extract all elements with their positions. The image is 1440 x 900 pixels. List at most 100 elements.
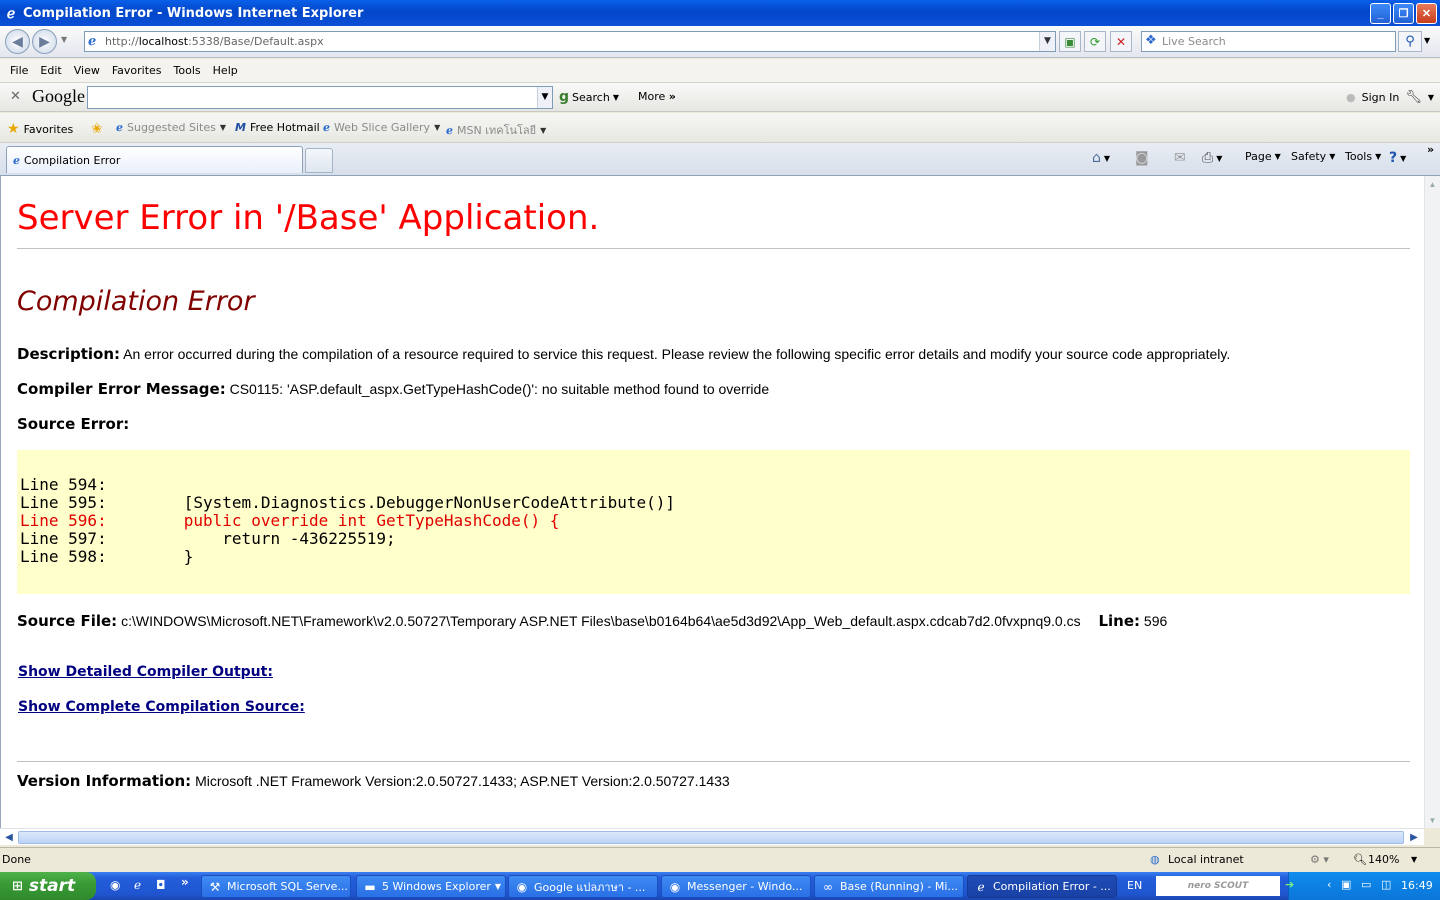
clock[interactable]: 16:49 bbox=[1401, 879, 1433, 892]
network-icon[interactable]: ▣ bbox=[1341, 878, 1351, 891]
zoom-dropdown-icon[interactable]: ▼ bbox=[1411, 855, 1417, 864]
refresh-button[interactable]: ⟳ bbox=[1084, 31, 1106, 52]
scroll-right-icon[interactable]: ▶ bbox=[1406, 829, 1422, 845]
wrench-icon[interactable]: 🔧︎ bbox=[1405, 90, 1422, 105]
chevron-down-icon: ▼ bbox=[1427, 93, 1434, 102]
page-menu-button[interactable]: Page ▼ bbox=[1245, 150, 1281, 163]
task-google-translate[interactable]: ◉ Google แปลภาษา - ... bbox=[508, 875, 658, 898]
monitor-icon[interactable]: ▭ bbox=[1361, 878, 1371, 891]
read-mail-button[interactable]: ✉ bbox=[1174, 150, 1186, 166]
source-file-label: Source File: bbox=[17, 612, 118, 630]
description-text: An error occurred during the compilation… bbox=[123, 346, 1231, 362]
ie-logo-icon: ℯ bbox=[6, 5, 16, 21]
task-label: Microsoft SQL Serve... bbox=[227, 880, 348, 893]
chevron-down-icon: ▼ bbox=[1400, 153, 1407, 163]
scroll-left-icon[interactable]: ◀ bbox=[1, 829, 17, 845]
fav-free-hotmail[interactable]: M Free Hotmail bbox=[235, 121, 320, 134]
live-search-input[interactable]: ❖ Live Search bbox=[1141, 31, 1396, 52]
fav-web-slice-gallery[interactable]: ℯ Web Slice Gallery ▼ bbox=[323, 121, 440, 134]
close-toolbar-icon[interactable]: ✕ bbox=[10, 89, 21, 104]
start-button[interactable]: ⊞ start bbox=[0, 872, 96, 900]
chrome-quicklaunch-icon[interactable]: ◉ bbox=[110, 878, 120, 892]
google-search-button[interactable]: g Search ▼ bbox=[559, 89, 619, 105]
google-search-icon: g bbox=[559, 89, 570, 105]
fav-web-slice-gallery-label: Web Slice Gallery bbox=[334, 121, 431, 134]
chevron-down-icon: ▼ bbox=[494, 882, 501, 891]
task-messenger[interactable]: ◉ Messenger - Windo... bbox=[661, 875, 811, 898]
feeds-button[interactable]: ◙ bbox=[1135, 150, 1149, 166]
version-text: Microsoft .NET Framework Version:2.0.507… bbox=[195, 773, 730, 789]
protected-mode-icon[interactable]: ⚙︎ ▾ bbox=[1310, 853, 1329, 866]
code-line: Line 597: return -436225519; bbox=[20, 529, 396, 548]
menu-file[interactable]: File bbox=[4, 64, 34, 77]
menu-tools[interactable]: Tools bbox=[168, 64, 207, 77]
menu-edit[interactable]: Edit bbox=[34, 64, 67, 77]
live-search-icon: ❖ bbox=[1145, 33, 1157, 48]
help-menu-button[interactable]: ? ▼ bbox=[1389, 150, 1406, 166]
minimize-button[interactable]: _ bbox=[1370, 3, 1391, 24]
vertical-scrollbar[interactable]: ▲ ▼ bbox=[1424, 176, 1440, 828]
fav-msn-tech[interactable]: ℯ MSN เทคโนโลยี ▼ bbox=[446, 121, 546, 139]
scroll-up-icon[interactable]: ▲ bbox=[1425, 176, 1440, 192]
forward-button[interactable]: ▶ bbox=[32, 29, 57, 54]
search-go-button[interactable]: ⚲ bbox=[1398, 31, 1422, 52]
ie-quicklaunch-icon[interactable]: ℯ bbox=[134, 878, 141, 892]
history-dropdown-icon[interactable]: ▼ bbox=[61, 35, 67, 44]
google-sign-in-button[interactable]: ● Sign In 🔧︎ ▼ bbox=[1346, 90, 1434, 105]
ie-page-icon: ℯ bbox=[446, 123, 453, 137]
task-compilation-error[interactable]: ℯ Compilation Error - ... bbox=[967, 875, 1117, 898]
language-indicator[interactable]: EN bbox=[1127, 879, 1142, 892]
task-windows-explorer[interactable]: ▬ 5 Windows Explorer ▼ bbox=[356, 875, 506, 898]
address-dropdown-icon[interactable]: ▼ bbox=[1039, 32, 1055, 51]
fav-suggested-sites[interactable]: ℯ Suggested Sites ▼ bbox=[116, 121, 226, 134]
add-to-favorites-bar-button[interactable]: ✬ bbox=[91, 121, 103, 137]
title-bar[interactable]: ℯ Compilation Error - Windows Internet E… bbox=[0, 0, 1440, 26]
nero-scout-search[interactable]: nero SCOUT bbox=[1156, 876, 1280, 896]
source-file-line: Source File: c:\WINDOWS\Microsoft.NET\Fr… bbox=[17, 612, 1167, 630]
google-toolbar: ✕ Google ▼ g Search ▼ More » ● Sign In 🔧… bbox=[0, 82, 1440, 112]
show-compiler-output-link[interactable]: Show Detailed Compiler Output: bbox=[18, 664, 273, 680]
horizontal-scrollbar[interactable]: ◀ ▶ bbox=[0, 828, 1424, 845]
menu-favorites[interactable]: Favorites bbox=[106, 64, 168, 77]
print-button[interactable]: ⎙ ▼ bbox=[1202, 150, 1222, 166]
favorites-button[interactable]: ★ Favorites bbox=[7, 121, 73, 137]
outlook-quicklaunch-icon[interactable]: ◘ bbox=[156, 878, 166, 892]
google-search-input[interactable]: ▼ bbox=[87, 86, 553, 109]
source-code-block: Line 594: Line 595: [System.Diagnostics.D… bbox=[17, 450, 1410, 594]
compatibility-view-button[interactable]: ▣ bbox=[1059, 31, 1081, 52]
stop-button[interactable]: ✕ bbox=[1110, 31, 1132, 52]
google-more-button[interactable]: More » bbox=[638, 90, 676, 103]
description-label: Description: bbox=[17, 345, 121, 363]
home-button[interactable]: ⌂ ▼ bbox=[1092, 150, 1110, 166]
close-button[interactable]: ✕ bbox=[1416, 3, 1437, 24]
back-button[interactable]: ◀ bbox=[5, 29, 30, 54]
quicklaunch-overflow-icon[interactable]: » bbox=[181, 875, 189, 889]
source-error-heading: Source Error: bbox=[17, 415, 129, 433]
menu-view[interactable]: View bbox=[68, 64, 106, 77]
google-search-dropdown-icon[interactable]: ▼ bbox=[537, 87, 552, 108]
new-tab-button[interactable] bbox=[305, 148, 333, 173]
volume-icon[interactable]: ◫ bbox=[1381, 878, 1391, 891]
version-label: Version Information: bbox=[17, 772, 192, 790]
nero-scout-label: nero SCOUT bbox=[1187, 881, 1249, 891]
show-compilation-source-link[interactable]: Show Complete Compilation Source: bbox=[18, 699, 305, 715]
tab-compilation-error[interactable]: ℯ Compilation Error bbox=[6, 146, 303, 173]
restore-button[interactable]: ❐ bbox=[1393, 3, 1414, 24]
task-visual-studio[interactable]: ∞ Base (Running) - Mi... bbox=[814, 875, 964, 898]
add-favorite-icon: ✬ bbox=[91, 121, 103, 137]
zoom-level[interactable]: 140% bbox=[1368, 853, 1399, 866]
magnifier-icon: ⚲ bbox=[1405, 34, 1415, 49]
address-bar[interactable]: ℯ http://localhost:5338/Base/Default.asp… bbox=[84, 31, 1056, 52]
safety-menu-button[interactable]: Safety ▼ bbox=[1291, 150, 1335, 163]
task-sql-server[interactable]: ⚒ Microsoft SQL Serve... bbox=[201, 875, 351, 898]
error-subheading: Compilation Error bbox=[17, 286, 255, 317]
go-arrow-icon[interactable]: ➔ bbox=[1285, 878, 1294, 891]
scroll-down-icon[interactable]: ▼ bbox=[1425, 812, 1440, 828]
search-options-dropdown-icon[interactable]: ▼ bbox=[1424, 36, 1430, 45]
command-bar-overflow-icon[interactable]: » bbox=[1427, 143, 1434, 156]
system-tray: ➔ ‹ ▣ ▭ ◫ 16:49 bbox=[1285, 872, 1440, 900]
tools-menu-button[interactable]: Tools ▼ bbox=[1345, 150, 1381, 163]
tray-expand-icon[interactable]: ‹ bbox=[1327, 878, 1331, 891]
menu-help[interactable]: Help bbox=[207, 64, 244, 77]
horizontal-scroll-thumb[interactable] bbox=[18, 831, 1404, 844]
